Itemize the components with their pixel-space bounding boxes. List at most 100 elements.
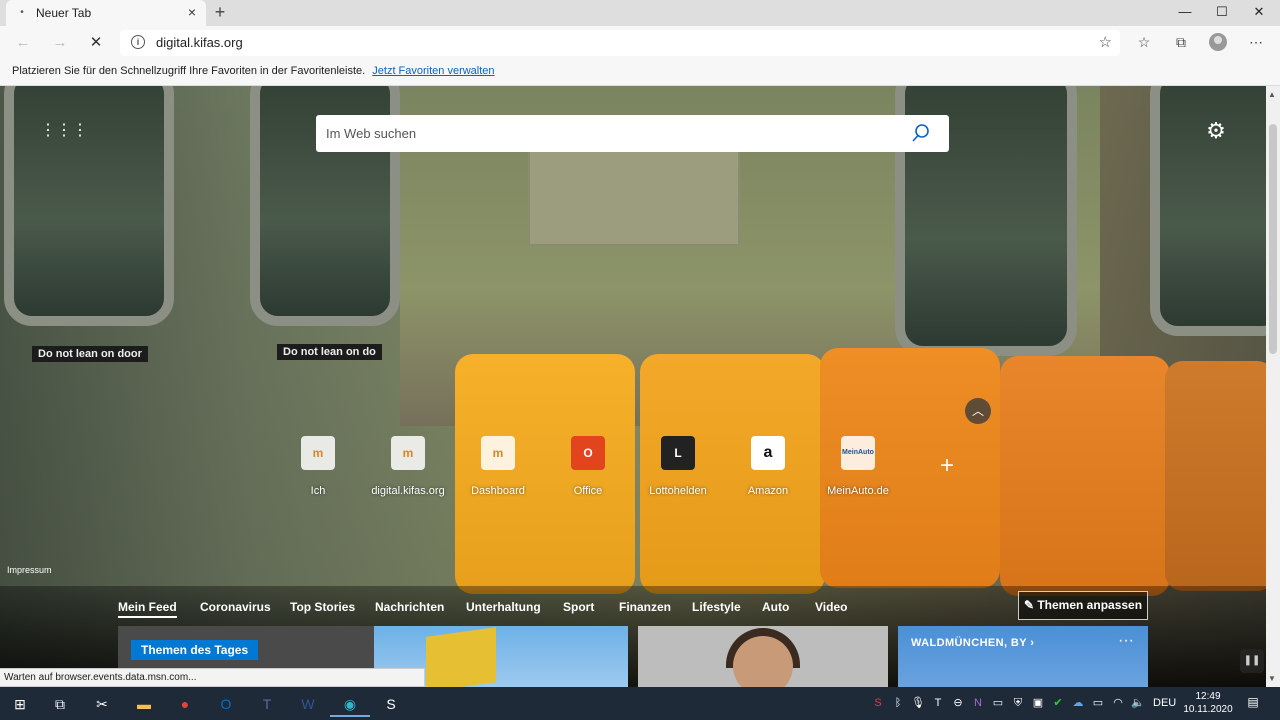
file-explorer-icon[interactable]: ▬ xyxy=(124,691,164,717)
new-tab-page: Do not lean on door Do not lean on do ⋮⋮… xyxy=(0,86,1266,687)
pause-icon[interactable]: ❚❚ xyxy=(1240,649,1264,673)
favorites-hint-bar: Platzieren Sie für den Schnellzugriff Ih… xyxy=(0,60,1280,86)
microphone-icon[interactable]: 🎙 xyxy=(911,696,925,710)
news-card-celebrity[interactable] xyxy=(638,626,888,687)
outlook-icon[interactable]: O xyxy=(206,691,246,717)
feed-tab-finanzen[interactable]: Finanzen xyxy=(619,600,671,614)
add-quicklink-plus-icon[interactable]: + xyxy=(936,454,958,478)
collapse-chevron-up-icon[interactable]: ︿ xyxy=(965,398,991,424)
favorites-icon[interactable]: ☆ xyxy=(1134,32,1154,52)
teams-icon[interactable]: T xyxy=(247,691,287,717)
quicklink-label: Dashboard xyxy=(471,485,525,497)
scroll-up-icon[interactable]: ▲ xyxy=(1268,90,1276,99)
weather-more-icon[interactable]: ··· xyxy=(1118,632,1134,650)
feed-tab-top-stories[interactable]: Top Stories xyxy=(290,600,355,614)
collections-icon[interactable]: ⧉ xyxy=(1171,32,1191,52)
feed-tab-video[interactable]: Video xyxy=(815,600,847,614)
tab-new-tab[interactable]: • Neuer Tab × xyxy=(6,0,206,26)
notification-center-icon[interactable]: ▤ xyxy=(1245,695,1261,711)
feed-tab-auto[interactable]: Auto xyxy=(762,600,789,614)
scroll-down-icon[interactable]: ▼ xyxy=(1268,674,1276,683)
search-icon[interactable] xyxy=(911,123,931,143)
tray-app-icon[interactable]: S xyxy=(871,696,885,710)
battery-icon[interactable]: ▭ xyxy=(1091,696,1105,710)
clock-date: 10.11.2020 xyxy=(1183,704,1233,715)
tab-favicon-icon: • xyxy=(20,7,24,18)
new-tab-button[interactable]: + xyxy=(210,2,230,22)
check-icon[interactable]: ✔ xyxy=(1051,696,1065,710)
skype-icon[interactable]: ⊖ xyxy=(951,696,965,710)
add-favorite-star-icon[interactable]: ☆ xyxy=(1099,33,1112,51)
back-button[interactable]: ← xyxy=(11,32,35,54)
page-scrollbar[interactable]: ▲ ▼ xyxy=(1266,86,1280,687)
tab-strip: • Neuer Tab × + — ☐ ✕ xyxy=(0,0,1280,26)
more-menu-icon[interactable]: ⋯ xyxy=(1246,32,1266,52)
meinauto-logo-icon: MeinAuto xyxy=(841,436,875,470)
quicklink-lottohelden[interactable]: L Lottohelden xyxy=(633,436,723,506)
quicklink-office[interactable]: O Office xyxy=(543,436,633,506)
status-bar: Warten auf browser.events.data.msn.com..… xyxy=(0,668,425,687)
navigation-bar: ← → ✕ i digital.kifas.org ☆ xyxy=(0,26,1280,60)
teams-tray-icon[interactable]: T xyxy=(931,696,945,710)
forward-button[interactable]: → xyxy=(48,32,72,54)
chevron-right-icon: › xyxy=(1030,637,1035,649)
stop-loading-button[interactable]: ✕ xyxy=(84,32,108,54)
quicklink-dashboard[interactable]: m Dashboard xyxy=(453,436,543,506)
quicklink-favicon-icon: m xyxy=(301,436,335,470)
input-language[interactable]: DEU xyxy=(1153,697,1176,709)
quicklink-digital-kifas[interactable]: m digital.kifas.org xyxy=(363,436,453,506)
weather-card[interactable]: WALDMÜNCHEN, BY › ··· xyxy=(898,626,1148,687)
page-settings-gear-icon[interactable]: ⚙ xyxy=(1204,119,1228,143)
tab-close-icon[interactable]: × xyxy=(184,4,200,20)
feed-tab-sport[interactable]: Sport xyxy=(563,600,594,614)
scrollbar-thumb[interactable] xyxy=(1269,124,1277,354)
feed-tab-mein-feed[interactable]: Mein Feed xyxy=(118,600,177,618)
feed-tab-nachrichten[interactable]: Nachrichten xyxy=(375,600,444,614)
quicklink-meinauto[interactable]: MeinAuto MeinAuto.de xyxy=(813,436,903,506)
edge-icon[interactable]: ◉ xyxy=(330,691,370,717)
volume-icon[interactable]: 🔈 xyxy=(1131,696,1145,710)
seat-backdrop xyxy=(1000,356,1170,596)
feed-tab-coronavirus[interactable]: Coronavirus xyxy=(200,600,271,614)
customize-topics-button[interactable]: ✎ Themen anpassen xyxy=(1018,591,1148,620)
app-s-icon[interactable]: S xyxy=(371,691,411,717)
task-view-icon[interactable]: ⧉ xyxy=(40,691,80,717)
app-launcher-icon[interactable]: ⋮⋮⋮ xyxy=(40,122,88,140)
chrome-icon[interactable]: ● xyxy=(165,691,205,717)
word-icon[interactable]: W xyxy=(288,691,328,717)
manage-favorites-link[interactable]: Jetzt Favoriten verwalten xyxy=(372,65,494,77)
search-input[interactable] xyxy=(326,123,896,143)
quicklink-label: digital.kifas.org xyxy=(371,485,445,497)
close-window-button[interactable]: ✕ xyxy=(1236,0,1280,26)
quicklink-amazon[interactable]: a Amazon xyxy=(723,436,813,506)
onedrive-cloud-icon[interactable]: ☁ xyxy=(1071,696,1085,710)
system-clock[interactable]: 12:49 10.11.2020 xyxy=(1180,690,1236,716)
favorites-hint-text: Platzieren Sie für den Schnellzugriff Ih… xyxy=(12,65,366,77)
web-search-box[interactable] xyxy=(316,115,949,152)
door-sticker: Do not lean on door xyxy=(32,346,148,362)
feed-tab-lifestyle[interactable]: Lifestyle xyxy=(692,600,741,614)
wifi-icon[interactable]: ◠ xyxy=(1111,696,1125,710)
snipping-tool-icon[interactable]: ✂ xyxy=(82,691,122,717)
onenote-icon[interactable]: N xyxy=(971,696,985,710)
security-shield-icon[interactable]: ⛨ xyxy=(1011,696,1025,710)
amazon-logo-icon: a xyxy=(751,436,785,470)
tray-window-icon[interactable]: ▭ xyxy=(991,696,1005,710)
feed-tab-unterhaltung[interactable]: Unterhaltung xyxy=(466,600,541,614)
tab-title: Neuer Tab xyxy=(36,6,92,20)
windows-start-icon[interactable]: ⊞ xyxy=(0,691,40,717)
background-panel xyxy=(528,146,740,246)
tray-lock-icon[interactable]: ▣ xyxy=(1031,696,1045,710)
site-info-icon[interactable]: i xyxy=(131,35,145,49)
profile-avatar[interactable] xyxy=(1209,33,1227,51)
address-url[interactable]: digital.kifas.org xyxy=(156,35,243,50)
quicklink-label: Office xyxy=(573,485,603,497)
billboard-image xyxy=(426,627,496,687)
bluetooth-icon[interactable]: ᛒ xyxy=(891,696,905,710)
weather-location[interactable]: WALDMÜNCHEN, BY › xyxy=(911,637,1034,649)
favorites-hint: Platzieren Sie für den Schnellzugriff Ih… xyxy=(12,65,495,77)
address-bar[interactable]: i digital.kifas.org ☆ xyxy=(120,30,1120,56)
quicklink-ich[interactable]: m Ich xyxy=(273,436,363,506)
quicklink-label: MeinAuto.de xyxy=(827,485,889,497)
impressum-link[interactable]: Impressum xyxy=(7,565,52,575)
